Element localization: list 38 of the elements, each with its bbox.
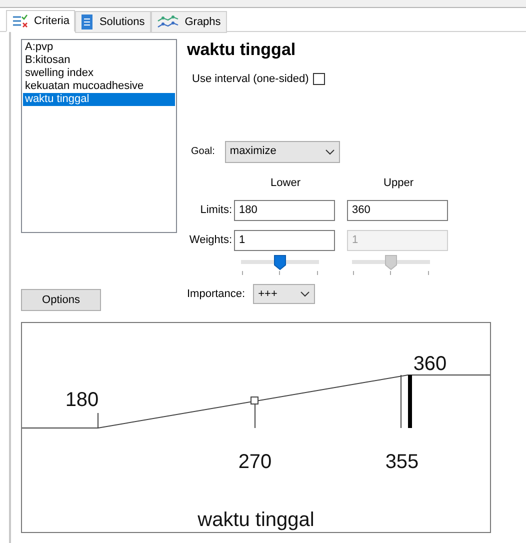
document-icon — [81, 14, 94, 30]
weight-slider[interactable] — [352, 255, 430, 277]
tab[interactable]: Graphs — [150, 11, 227, 33]
weights-label: Weights: — [188, 233, 233, 248]
tab[interactable]: Solutions — [75, 11, 151, 33]
checkbox[interactable] — [312, 73, 325, 86]
input-field[interactable]: 360 — [347, 200, 448, 221]
limit-marker — [400, 374, 402, 428]
column-heading: Upper — [382, 176, 414, 190]
chevron-down-icon — [324, 148, 335, 154]
importance-dropdown[interactable]: +++ — [253, 284, 316, 304]
input-field[interactable]: 180 — [234, 200, 335, 221]
axis-value: 355 — [385, 451, 419, 473]
chevron-down-icon — [300, 291, 310, 297]
goal-label: Goal: — [191, 145, 215, 159]
slider-thumb[interactable] — [274, 255, 286, 270]
plot-title: waktu tinggal — [198, 509, 314, 531]
input-field[interactable]: 1 — [234, 230, 335, 251]
tab[interactable]: Criteria — [6, 10, 76, 32]
axis-value: 270 — [238, 451, 272, 473]
criterion-title: waktu tinggal — [187, 40, 297, 60]
line-graph-icon — [156, 15, 179, 29]
current-value-marker — [408, 375, 412, 428]
list-item[interactable]: A:pvp — [23, 41, 175, 54]
limits-label: Limits: — [199, 203, 233, 218]
checklist-icon — [12, 14, 28, 28]
list-item[interactable]: swelling index — [23, 67, 175, 80]
importance-label: Importance: — [187, 286, 246, 302]
list-item[interactable]: kekuatan mucoadhesive — [23, 80, 175, 93]
column-heading: Lower — [270, 176, 302, 190]
axis-value: 360 — [413, 353, 447, 375]
list-item[interactable]: B:kitosan — [23, 54, 175, 67]
options-button[interactable]: Options — [21, 289, 101, 311]
list-item[interactable]: waktu tinggal — [23, 93, 175, 106]
checkbox-label: Use interval (one-sided) — [192, 72, 309, 87]
goal-dropdown[interactable]: maximize — [224, 140, 340, 162]
weight-slider[interactable] — [241, 255, 319, 277]
axis-value: 180 — [65, 389, 99, 411]
